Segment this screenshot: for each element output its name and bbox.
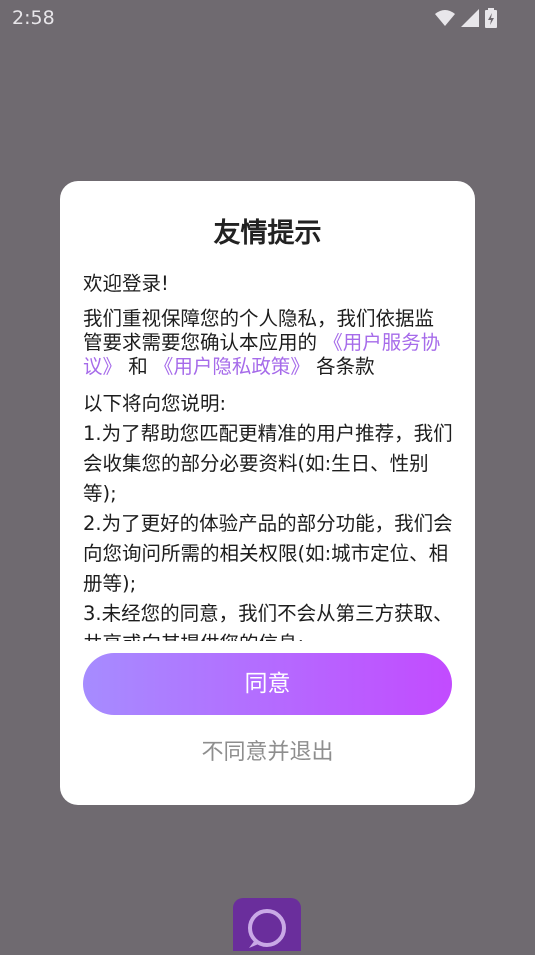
battery-charging-icon [485, 8, 497, 28]
chat-bubble-icon [248, 909, 286, 948]
privacy-dialog: 友情提示 欢迎登录! 我们重视保障您的个人隐私，我们依据监管要求需要您确认本应用… [60, 181, 475, 805]
dialog-content[interactable]: 欢迎登录! 我们重视保障您的个人隐私，我们依据监管要求需要您确认本应用的 《用户… [83, 269, 453, 641]
status-icons [435, 8, 497, 28]
agree-button[interactable]: 同意 [83, 653, 452, 715]
app-logo [233, 898, 301, 951]
explain-item-3: 3.未经您的同意，我们不会从第三方获取、共享或向其提供您的信息; [83, 602, 453, 641]
explain-item-2: 2.为了更好的体验产品的部分功能，我们会向您询问所需的相关权限(如:城市定位、相… [83, 512, 453, 595]
status-bar: 2:58 [0, 0, 535, 36]
explain-heading: 以下将向您说明: [83, 392, 227, 415]
explain-item-1: 1.为了帮助您匹配更精准的用户推荐，我们会收集您的部分必要资料(如:生日、性别等… [83, 422, 453, 505]
and-text: 和 [122, 355, 154, 378]
privacy-policy-link[interactable]: 《用户隐私政策》 [154, 355, 310, 378]
wifi-icon [435, 10, 455, 26]
status-time: 2:58 [12, 7, 55, 29]
intro-paragraph: 我们重视保障您的个人隐私，我们依据监管要求需要您确认本应用的 《用户服务协议》 … [83, 307, 453, 379]
tail-text: 各条款 [309, 355, 375, 378]
decline-exit-button[interactable]: 不同意并退出 [60, 734, 475, 766]
dialog-title: 友情提示 [213, 218, 322, 249]
signal-icon [461, 9, 479, 27]
welcome-text: 欢迎登录! [83, 272, 169, 295]
